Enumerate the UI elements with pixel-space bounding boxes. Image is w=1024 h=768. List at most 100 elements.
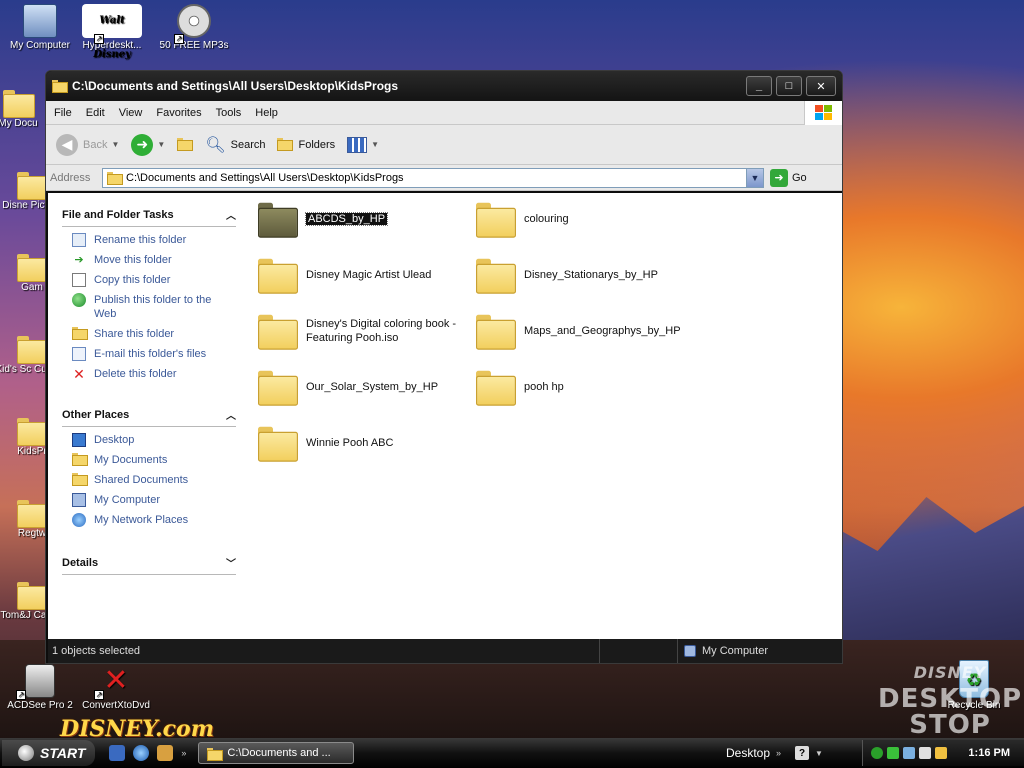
folder-item[interactable]: Winnie Pooh ABC (258, 423, 468, 463)
folder-item[interactable]: pooh hp (476, 367, 686, 407)
desktop-icon (72, 433, 86, 447)
task-rename-folder[interactable]: Rename this folder (62, 233, 236, 247)
help-icon[interactable]: ? (795, 746, 810, 760)
folder-name: Disney Magic Artist Ulead (306, 269, 432, 281)
folders-label: Folders (298, 138, 336, 151)
tray-sync-icon[interactable] (887, 747, 899, 759)
task-share-folder[interactable]: Share this folder (62, 327, 236, 341)
task-copy-folder[interactable]: Copy this folder (62, 273, 236, 287)
desktop-toolbar-label[interactable]: Desktop (726, 746, 770, 760)
desktop-icon-50-free-mp3s[interactable]: 50 FREE MP3s ↗ (154, 4, 234, 52)
up-folder-button[interactable] (177, 137, 194, 152)
folder-icon (476, 370, 516, 406)
folder-name: Maps_and_Geographys_by_HP (524, 325, 681, 337)
details-header[interactable]: Details ﹀ (62, 555, 236, 575)
network-icon (72, 513, 86, 527)
window-titlebar[interactable]: C:\Documents and Settings\All Users\Desk… (46, 71, 842, 101)
desktop-icon-my-computer[interactable]: My Computer (0, 4, 80, 52)
desktop-stop-logo: DISNEY DESKTOP STOP (878, 660, 1022, 738)
forward-button[interactable]: ➜ ▼ (131, 133, 165, 156)
place-desktop[interactable]: Desktop (62, 433, 236, 447)
taskbar-window-button[interactable]: C:\Documents and ... (198, 742, 355, 764)
tray-wand-icon[interactable] (935, 747, 947, 759)
address-dropdown-button[interactable]: ▼ (746, 167, 764, 188)
task-delete-folder[interactable]: ✕ Delete this folder (62, 367, 236, 381)
chevron-right-icon[interactable]: » (776, 748, 781, 758)
other-places-header[interactable]: Other Places ︿ (62, 407, 236, 427)
place-shared-documents[interactable]: Shared Documents (62, 473, 236, 487)
back-button[interactable]: ◀ Back ▼ (56, 133, 119, 156)
publish-globe-icon (72, 293, 86, 307)
shortcut-arrow-icon: ↗ (16, 690, 26, 700)
place-my-network-places[interactable]: My Network Places (62, 513, 236, 527)
folder-icon (17, 500, 49, 528)
place-label: Shared Documents (94, 474, 189, 486)
computer-icon (23, 4, 57, 38)
internet-explorer-icon[interactable] (133, 745, 150, 761)
go-arrow-icon: ➜ (770, 168, 788, 187)
folder-icon (17, 336, 49, 364)
task-publish-folder[interactable]: Publish this folder to the Web (62, 293, 236, 321)
explorer-content: File and Folder Tasks ︿ Rename this fold… (48, 193, 842, 639)
clock[interactable]: 1:16 PM (968, 747, 1010, 759)
menu-edit[interactable]: Edit (86, 107, 105, 119)
expand-chevron-icon[interactable]: ﹀ (226, 555, 236, 570)
start-orb-icon (18, 745, 34, 761)
file-folder-tasks-header[interactable]: File and Folder Tasks ︿ (62, 207, 236, 227)
go-button[interactable]: ➜ Go (770, 168, 807, 187)
folders-button[interactable]: Folders (277, 137, 336, 152)
desktop-icon-convertxtodvd[interactable]: ✕ ConvertXtoDvd ↗ (76, 664, 156, 712)
menu-file[interactable]: File (54, 107, 72, 119)
quick-launch: » (109, 745, 192, 761)
menu-favorites[interactable]: Favorites (156, 107, 201, 119)
go-label: Go (792, 171, 807, 184)
folder-icon (476, 258, 516, 294)
show-desktop-icon[interactable] (109, 745, 126, 761)
collapse-chevron-icon[interactable]: ︿ (226, 407, 236, 422)
minimize-button[interactable]: _ (746, 76, 772, 96)
chevron-down-icon[interactable]: ▼ (815, 749, 823, 758)
shortcut-arrow-icon: ↗ (94, 690, 104, 700)
tray-doc-icon[interactable] (919, 747, 931, 759)
menu-view[interactable]: View (119, 107, 143, 119)
search-button[interactable]: 🔍︎ Search (205, 135, 265, 155)
task-label: Share this folder (94, 328, 175, 340)
close-button[interactable]: ✕ (806, 76, 836, 96)
back-arrow-icon: ◀ (56, 133, 78, 156)
folder-icon (17, 418, 49, 446)
menu-bar: File Edit View Favorites Tools Help (46, 101, 842, 125)
taskbar-window-label: C:\Documents and ... (227, 747, 331, 759)
media-icon[interactable] (157, 745, 174, 761)
tray-monitor-icon[interactable] (903, 747, 915, 759)
task-label: Copy this folder (94, 274, 171, 286)
desktop-icon-label: Gam (21, 282, 43, 293)
folder-item[interactable]: ABCDS_by_HP (258, 199, 468, 239)
desktop-icon-label: My Docu (0, 118, 38, 129)
chevron-right-icon[interactable]: » (181, 748, 186, 758)
folder-name: colouring (524, 213, 569, 225)
start-button[interactable]: START (2, 740, 96, 766)
folder-name: Disney_Stationarys_by_HP (524, 269, 658, 281)
maximize-button[interactable]: □ (776, 76, 802, 96)
task-email-files[interactable]: E-mail this folder's files (62, 347, 236, 361)
folder-item[interactable]: Our_Solar_System_by_HP (258, 367, 468, 407)
tray-network-icon[interactable] (871, 747, 883, 759)
folder-item[interactable]: Maps_and_Geographys_by_HP (476, 311, 686, 351)
folder-icon (17, 254, 49, 282)
desktop-icon-acdsee-pro-2[interactable]: ACDSee Pro 2 ↗ (0, 664, 80, 712)
folder-item[interactable]: Disney's Digital coloring book - Featuri… (258, 311, 468, 351)
views-button[interactable]: ▼ (347, 136, 379, 153)
folder-item[interactable]: Disney Magic Artist Ulead (258, 255, 468, 295)
place-my-computer[interactable]: My Computer (62, 493, 236, 507)
address-input[interactable]: C:\Documents and Settings\All Users\Desk… (102, 167, 764, 188)
window-title: C:\Documents and Settings\All Users\Desk… (72, 79, 399, 93)
place-my-documents[interactable]: My Documents (62, 453, 236, 467)
folder-icon (52, 80, 68, 93)
menu-tools[interactable]: Tools (216, 107, 242, 119)
desktop-icon-hyperdesktop[interactable]: Walt Disney Hyperdeskt... ↗ (72, 4, 152, 60)
task-move-folder[interactable]: ➔ Move this folder (62, 253, 236, 267)
menu-help[interactable]: Help (255, 107, 278, 119)
folder-item[interactable]: colouring (476, 199, 686, 239)
folder-item[interactable]: Disney_Stationarys_by_HP (476, 255, 686, 295)
collapse-chevron-icon[interactable]: ︿ (226, 207, 236, 222)
